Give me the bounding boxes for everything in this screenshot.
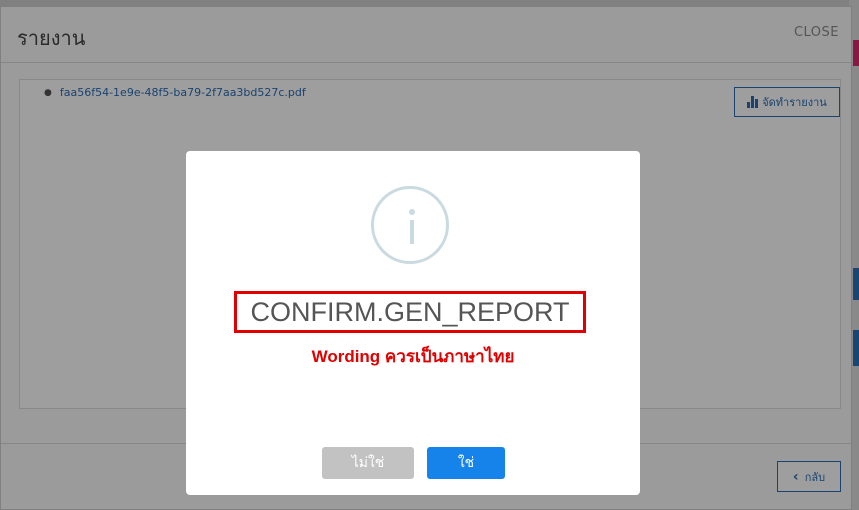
confirm-dialog-title: CONFIRM.GEN_REPORT bbox=[234, 291, 586, 333]
confirm-button[interactable]: ใช่ bbox=[427, 447, 505, 479]
info-icon bbox=[371, 186, 449, 264]
cancel-button[interactable]: ไม่ใช่ bbox=[322, 447, 414, 479]
review-annotation: Wording ควรเป็นภาษาไทย bbox=[311, 347, 515, 366]
confirm-dialog: CONFIRM.GEN_REPORT Wording ควรเป็นภาษาไท… bbox=[186, 151, 640, 495]
